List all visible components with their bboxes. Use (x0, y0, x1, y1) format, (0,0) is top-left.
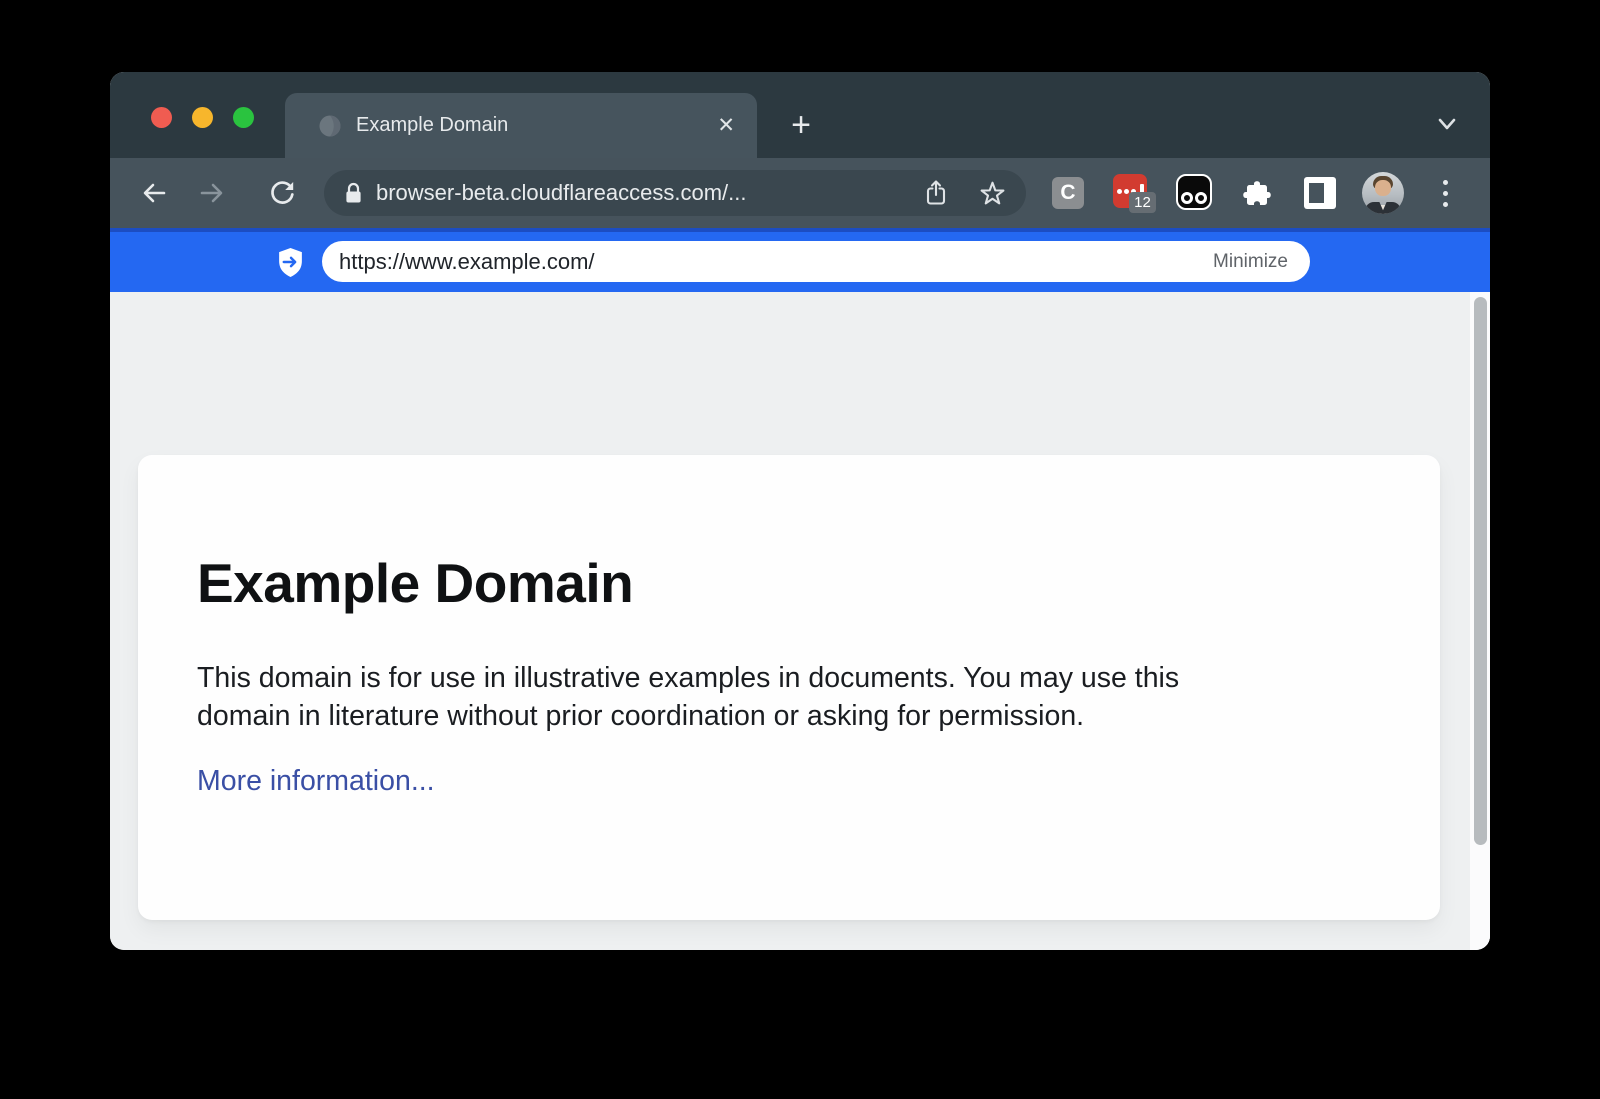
address-url-text: browser-beta.cloudflareaccess.com/... (376, 180, 923, 206)
body-text-line: This domain is for use in illustrative e… (197, 659, 1380, 697)
tab-title: Example Domain (356, 114, 717, 137)
bookmark-star-icon[interactable] (979, 180, 1006, 207)
macos-traffic-lights (151, 107, 254, 128)
tab-close-icon[interactable]: ✕ (717, 115, 735, 136)
browser-toolbar: browser-beta.cloudflareaccess.com/... (110, 158, 1490, 228)
remote-url-text: https://www.example.com/ (339, 249, 1213, 275)
reload-icon[interactable] (266, 177, 298, 209)
forward-icon[interactable] (196, 177, 228, 209)
share-icon[interactable] (923, 179, 949, 207)
remote-url-field[interactable]: https://www.example.com/ Minimize (322, 241, 1310, 282)
browser-tab[interactable]: Example Domain ✕ (285, 93, 757, 158)
minimize-window-button[interactable] (192, 107, 213, 128)
profile-avatar[interactable] (1362, 172, 1404, 214)
lock-icon[interactable] (344, 181, 363, 205)
extension-oo-icon[interactable] (1176, 174, 1212, 210)
example-domain-card: Example Domain This domain is for use in… (138, 455, 1440, 920)
shield-arrow-icon (277, 247, 304, 278)
address-bar-actions (923, 179, 1006, 207)
page-viewport: Example Domain This domain is for use in… (110, 292, 1490, 950)
avatar-face (1375, 180, 1391, 196)
page-title: Example Domain (197, 551, 1380, 615)
extensions-puzzle-icon[interactable] (1241, 177, 1273, 209)
side-panel-icon[interactable] (1304, 177, 1336, 209)
close-window-button[interactable] (151, 107, 172, 128)
scrollbar-thumb[interactable] (1474, 297, 1487, 845)
cloudflare-access-banner: https://www.example.com/ Minimize (110, 228, 1490, 292)
more-information-link[interactable]: More information... (197, 765, 435, 798)
body-text-line: domain in literature without prior coord… (197, 697, 1380, 735)
zoom-window-button[interactable] (233, 107, 254, 128)
tab-search-chevron-icon[interactable] (1428, 108, 1466, 140)
tab-favicon-globe-icon (317, 113, 343, 139)
browser-window: Example Domain ✕ + (110, 72, 1490, 950)
tab-strip: Example Domain ✕ + (110, 72, 1490, 158)
address-bar[interactable]: browser-beta.cloudflareaccess.com/... (324, 170, 1026, 216)
extension-c-icon[interactable]: C (1052, 177, 1084, 209)
screenshot-stage: Example Domain ✕ + (0, 0, 1600, 1099)
extension-badge-count: 12 (1129, 192, 1156, 213)
scrollbar-track[interactable] (1470, 292, 1490, 950)
back-icon[interactable] (138, 177, 170, 209)
minimize-banner-button[interactable]: Minimize (1213, 251, 1288, 273)
browser-menu-kebab-icon[interactable] (1436, 177, 1454, 209)
new-tab-button[interactable]: + (778, 102, 824, 148)
